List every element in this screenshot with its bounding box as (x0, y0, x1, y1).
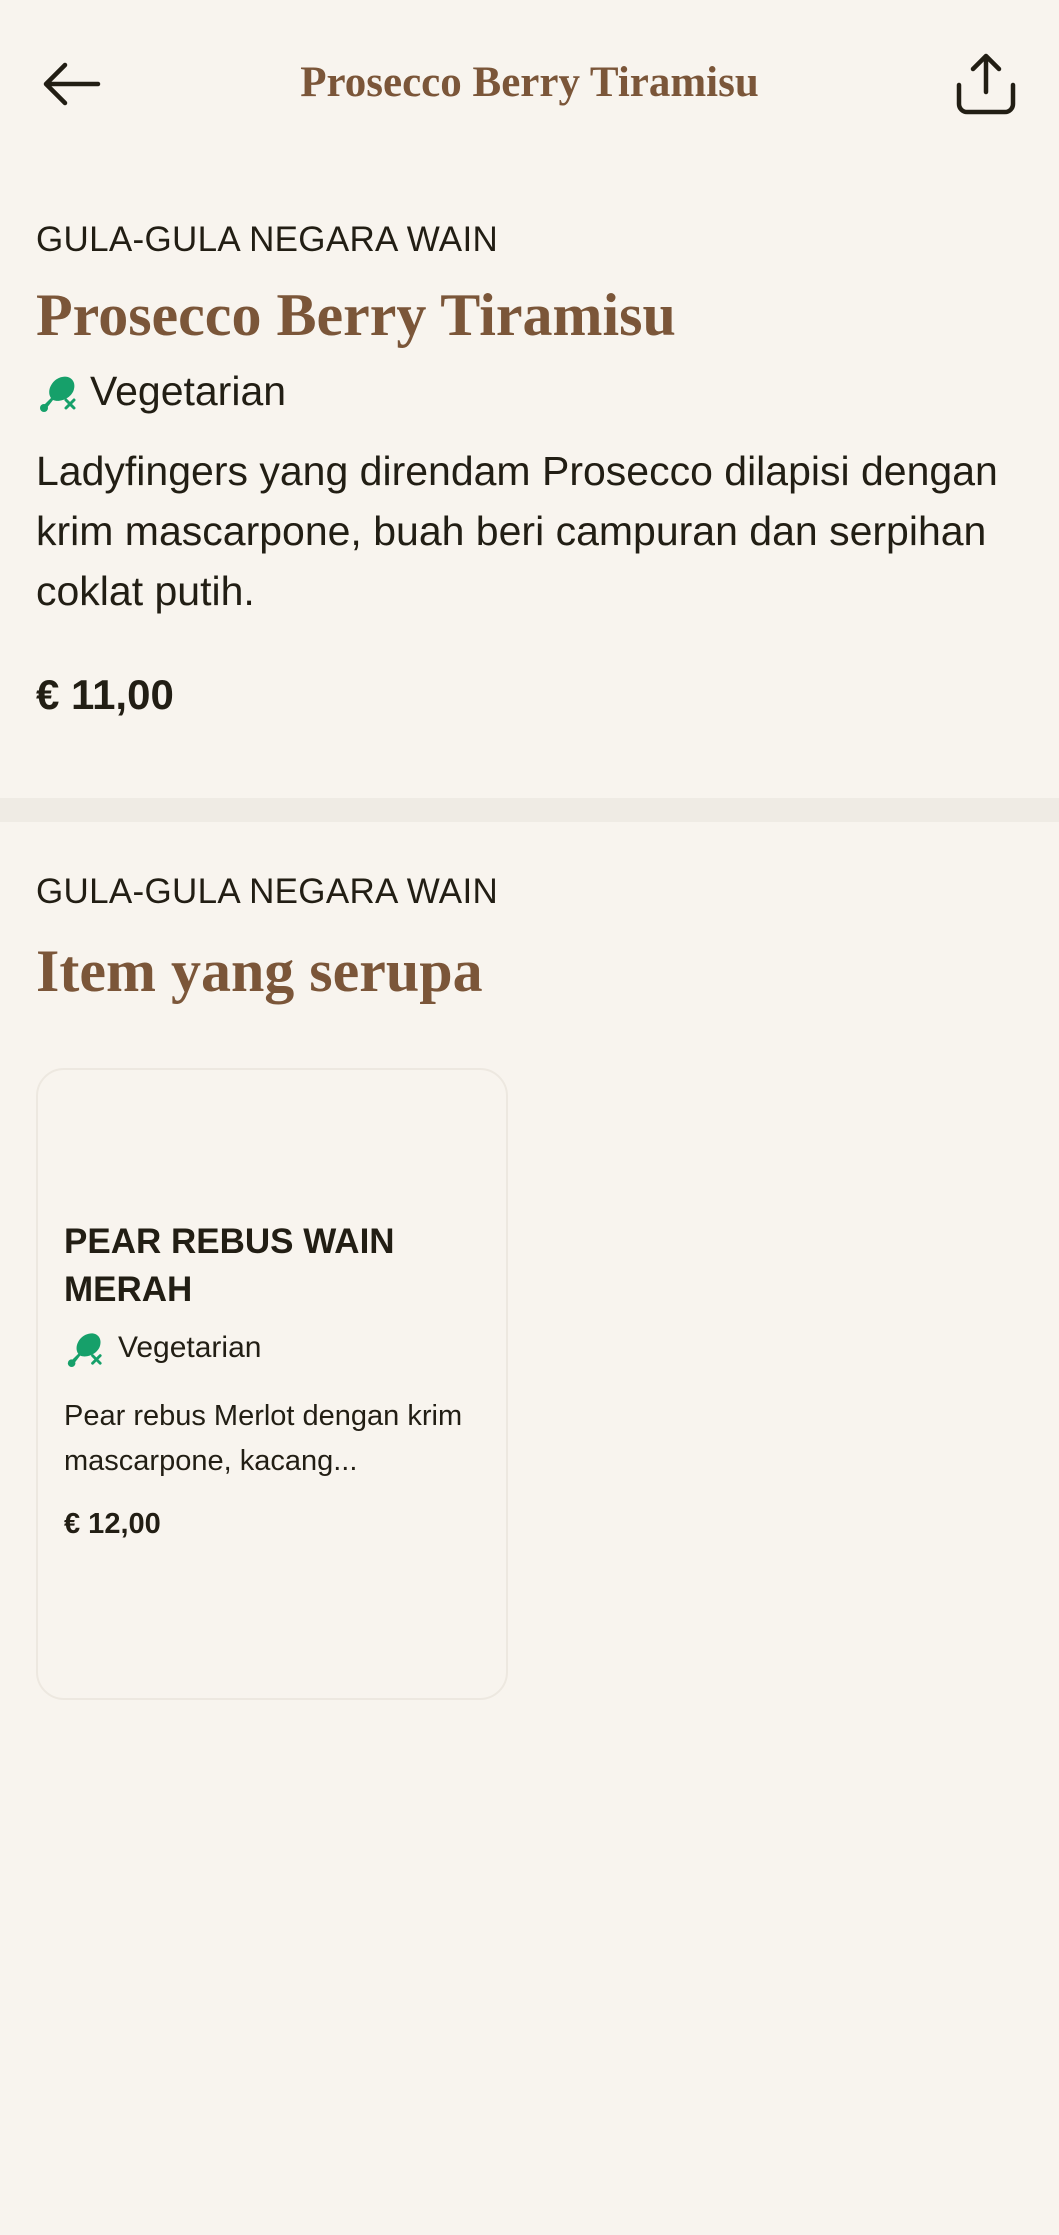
item-detail-section: GULA-GULA NEGARA WAIN Prosecco Berry Tir… (36, 220, 1026, 719)
section-divider (0, 798, 1059, 822)
item-description: Ladyfingers yang direndam Prosecco dilap… (36, 448, 998, 614)
share-button[interactable] (950, 48, 1022, 120)
share-icon (956, 53, 1016, 115)
card-item-price: € 12,00 (64, 1508, 161, 1540)
item-category: GULA-GULA NEGARA WAIN (36, 220, 499, 259)
card-item-description: Pear rebus Merlot dengan krim mascarpone… (64, 1400, 463, 1477)
diet-label: Vegetarian (90, 368, 287, 414)
top-app-bar: Prosecco Berry Tiramisu (0, 0, 1059, 170)
vegetarian-drumstick-icon (67, 1333, 102, 1368)
card-content: PEAR REBUS WAIN MERAH Vegetarian Pear re… (64, 1218, 484, 1541)
vegetarian-drumstick-icon (40, 376, 76, 412)
item-title: Prosecco Berry Tiramisu (36, 282, 676, 348)
top-bar-title: Prosecco Berry Tiramisu (300, 59, 759, 106)
back-button[interactable] (36, 52, 106, 116)
card-diet-tag: Vegetarian (64, 1328, 484, 1368)
arrow-left-icon (43, 62, 101, 106)
similar-items-heading: Item yang serupa (36, 938, 483, 1004)
card-diet-label: Vegetarian (118, 1331, 262, 1364)
item-price: € 11,00 (36, 671, 174, 718)
similar-category: GULA-GULA NEGARA WAIN (36, 872, 499, 911)
similar-item-card[interactable]: PEAR REBUS WAIN MERAH Vegetarian Pear re… (36, 1068, 508, 1700)
similar-items-section: GULA-GULA NEGARA WAIN Item yang serupa (36, 872, 1026, 1004)
card-item-name: PEAR REBUS WAIN MERAH (64, 1222, 395, 1309)
diet-tag: Vegetarian (36, 368, 1026, 415)
